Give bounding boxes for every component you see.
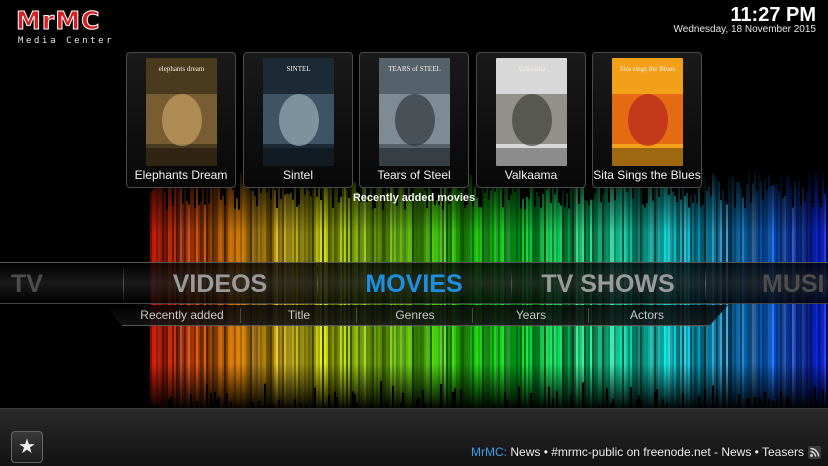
- svg-text:SINTEL: SINTEL: [286, 65, 310, 73]
- main-menu-item-music[interactable]: MUSI: [762, 263, 828, 305]
- svg-text:Sita sings the Blues: Sita sings the Blues: [620, 65, 675, 73]
- main-menu-item-tv[interactable]: TV: [0, 263, 62, 305]
- svg-text:elephants dream: elephants dream: [159, 65, 205, 73]
- submenu-item-years[interactable]: Years: [473, 305, 589, 326]
- mrmc-logo: MrMC Media Center: [15, 6, 146, 47]
- svg-text:Valkaama: Valkaama: [518, 65, 546, 73]
- movie-poster-tile[interactable]: SINTEL Sintel: [243, 52, 353, 188]
- rss-icon: [808, 446, 821, 459]
- poster-art: Valkaama: [496, 58, 567, 166]
- submenu-item-title[interactable]: Title: [241, 305, 357, 326]
- movie-title: Tears of Steel: [377, 168, 451, 182]
- submenu-item-genres[interactable]: Genres: [357, 305, 473, 326]
- main-menu-bar: TV VIDEOS MOVIES TV SHOWS MUSI: [0, 262, 828, 304]
- movie-title: Sintel: [282, 168, 314, 182]
- footer-bar: ★ MrMC: News • #mrmc-public on freenode.…: [0, 408, 828, 466]
- poster-art: elephants dream: [146, 58, 217, 166]
- main-menu-item-tv-shows[interactable]: TV SHOWS: [512, 263, 704, 305]
- movie-poster-tile[interactable]: Valkaama Valkaama: [476, 52, 586, 188]
- recently-added-label: Recently added movies: [352, 192, 476, 204]
- movie-poster-tile[interactable]: elephants dream Elephants Dream: [126, 52, 236, 188]
- movie-poster-tile[interactable]: Sita sings the Blues Sita Sings the Blue…: [592, 52, 702, 188]
- poster-art: Sita sings the Blues: [612, 58, 683, 166]
- movie-title: Sita Sings the Blues: [593, 168, 701, 182]
- poster-art: SINTEL: [263, 58, 334, 166]
- ticker-brand: MrMC:: [471, 445, 508, 459]
- svg-text:TEARS of STEEL: TEARS of STEEL: [388, 65, 441, 73]
- poster-art: TEARS of STEEL: [379, 58, 450, 166]
- movie-title: Valkaama: [504, 168, 558, 182]
- star-icon: ★: [18, 436, 36, 458]
- logo-subtitle: Media Center: [18, 36, 115, 46]
- clock-date: Wednesday, 18 November 2015: [673, 24, 817, 35]
- ticker-text: News • #mrmc-public on freenode.net - Ne…: [507, 445, 804, 459]
- main-menu-item-videos[interactable]: VIDEOS: [124, 263, 316, 305]
- recently-added-movies-row: elephants dream Elephants Dream SINTEL S…: [126, 52, 706, 188]
- movie-poster-tile[interactable]: TEARS of STEEL Tears of Steel: [359, 52, 469, 188]
- movies-submenu: Recently added Title Genres Years Actors: [104, 305, 728, 326]
- movie-title: Elephants Dream: [134, 168, 228, 182]
- menu-divider: [705, 267, 706, 301]
- main-menu-item-movies[interactable]: MOVIES: [318, 263, 510, 305]
- submenu-item-actors[interactable]: Actors: [589, 305, 705, 326]
- favourites-button[interactable]: ★: [11, 431, 43, 463]
- logo-text: MrMC: [15, 6, 101, 36]
- submenu-item-recently-added[interactable]: Recently added: [124, 305, 240, 326]
- news-ticker: MrMC: News • #mrmc-public on freenode.ne…: [471, 445, 804, 459]
